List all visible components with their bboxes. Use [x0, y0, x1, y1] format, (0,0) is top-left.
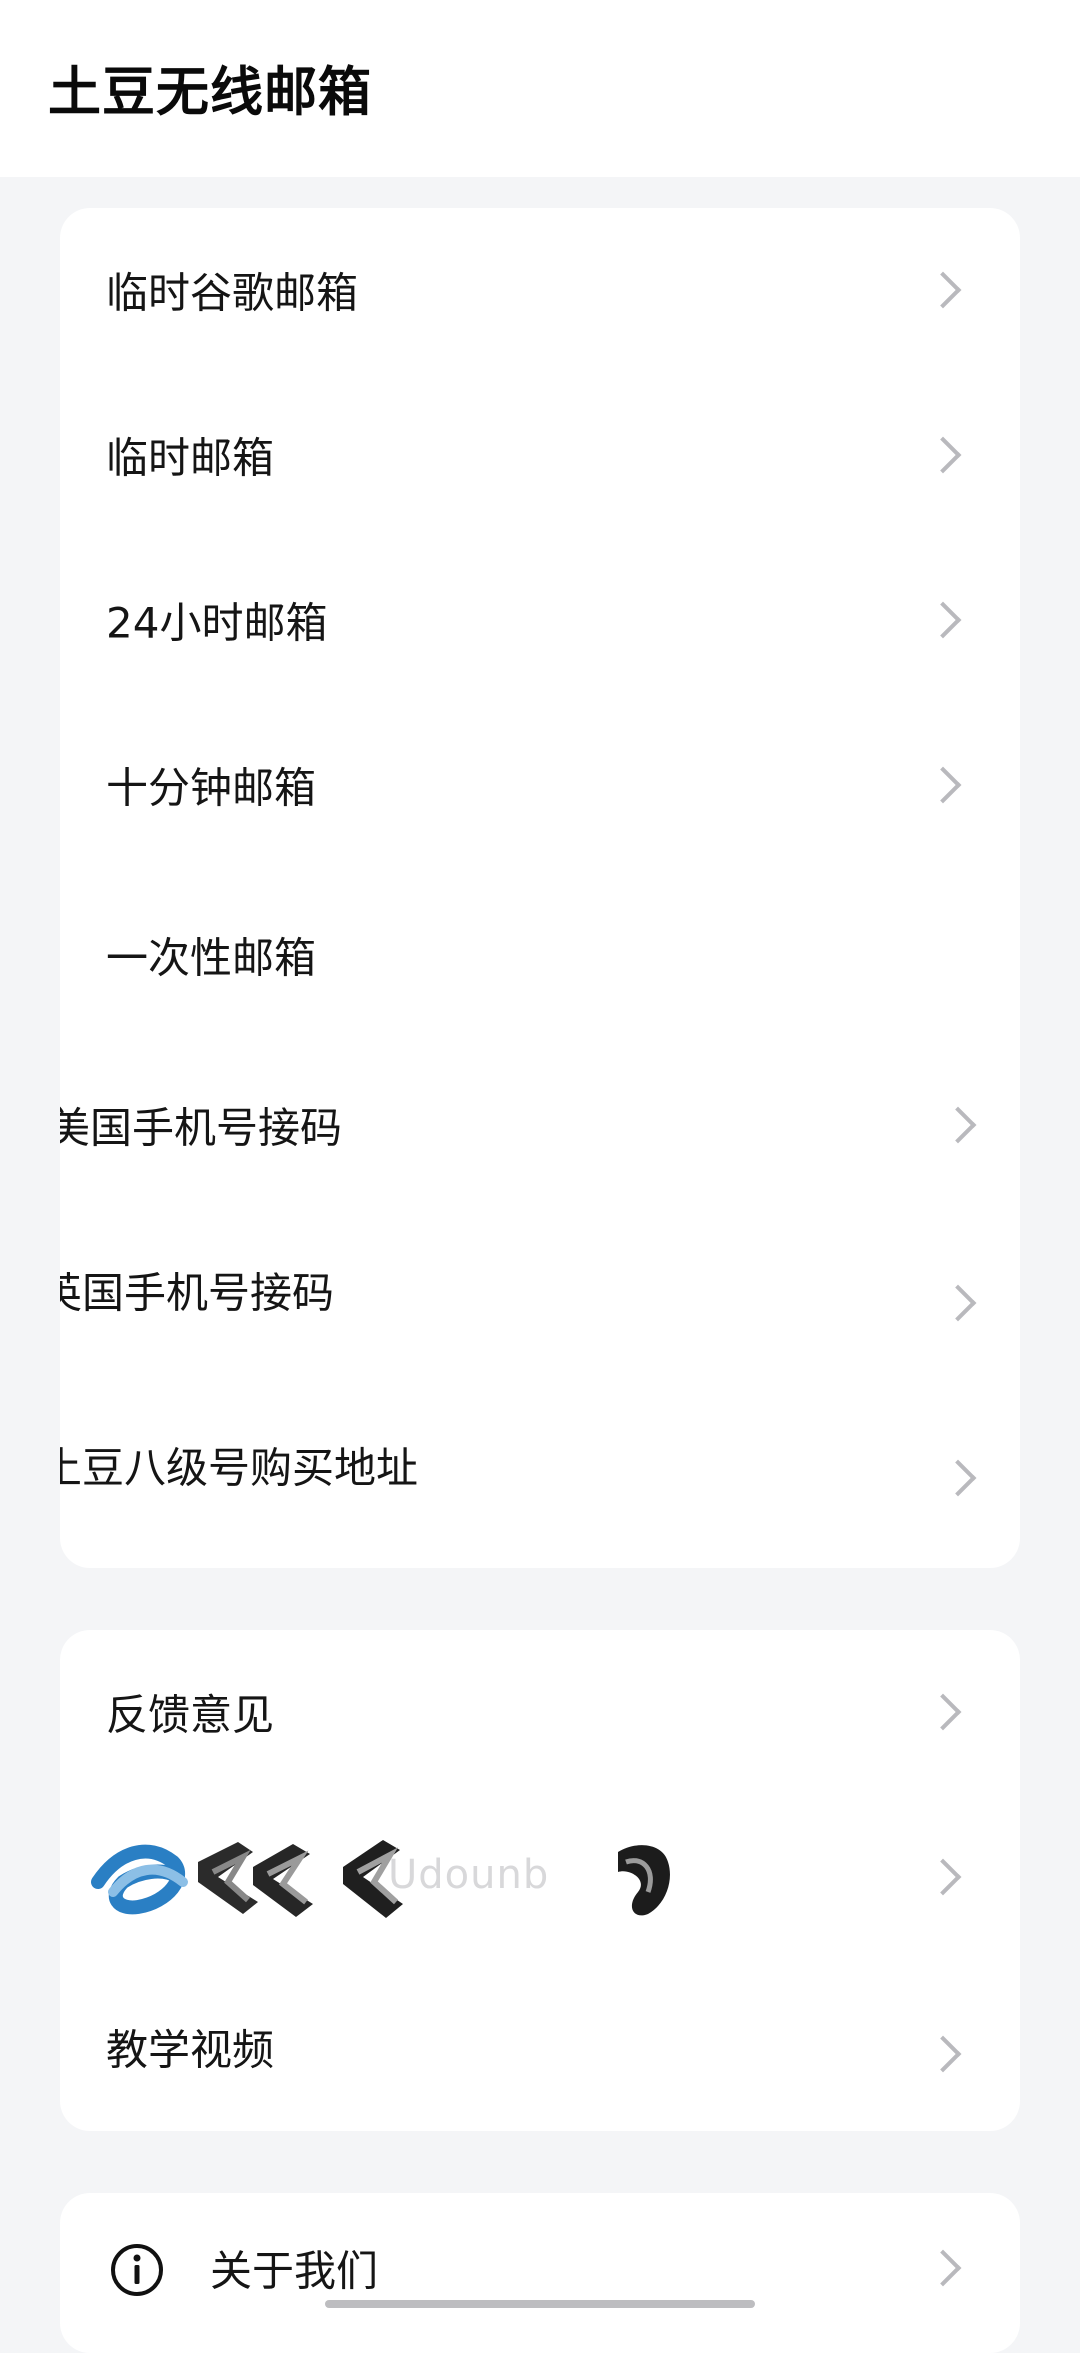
obscured-text: Udounb [388, 1852, 550, 1898]
menu-item-account-purchase[interactable]: 土豆八级号购买地址 [60, 1410, 1020, 1520]
menu-item-temp-mail[interactable]: 临时邮箱 [60, 400, 1020, 510]
menu-item-label: 十分钟邮箱 [106, 763, 317, 813]
menu-item-label: 土豆八级号购买地址 [60, 1443, 419, 1493]
chevron-right-icon [924, 1693, 962, 1731]
menu-group-about: 关于我们 [60, 2193, 1020, 2353]
menu-item-label: 教学视频 [106, 2025, 275, 2075]
menu-item-label: 一次性邮箱 [106, 933, 317, 983]
redaction-scribble: Udounb [78, 1822, 698, 1932]
chevron-right-icon [924, 2035, 962, 2072]
chevron-right-icon [924, 2249, 962, 2287]
chevron-right-icon [939, 1284, 977, 1322]
chevron-right-icon [939, 1106, 977, 1144]
menu-item-obscured[interactable]: Udounb [60, 1822, 1020, 1932]
menu-item-us-phone-sms[interactable]: 美国手机号接码 [60, 1070, 1020, 1180]
menu-item-label: 24小时邮箱 [106, 598, 328, 648]
app-header: 土豆无线邮箱 [0, 0, 1080, 177]
menu-item-tutorial-video[interactable]: 教学视频 [60, 1992, 1020, 2102]
menu-item-label: 临时邮箱 [106, 433, 275, 483]
page-title: 土豆无线邮箱 [48, 62, 372, 123]
menu-item-feedback[interactable]: 反馈意见 [60, 1657, 1020, 1767]
menu-item-label: 关于我们 [210, 2246, 379, 2296]
chevron-right-icon [924, 601, 962, 639]
menu-group-main: 临时谷歌邮箱 临时邮箱 24小时邮箱 十分钟邮箱 一次性邮箱 美国手机号接码 英… [60, 208, 1020, 1568]
chevron-right-icon [924, 436, 962, 474]
menu-item-24h-mail[interactable]: 24小时邮箱 [60, 565, 1020, 675]
menu-item-temp-google-mail[interactable]: 临时谷歌邮箱 [60, 235, 1020, 345]
menu-item-uk-phone-sms[interactable]: 英国手机号接码 [60, 1235, 1020, 1345]
menu-item-label: 临时谷歌邮箱 [106, 268, 359, 318]
menu-item-label: 反馈意见 [106, 1690, 275, 1740]
home-indicator[interactable] [325, 2300, 755, 2308]
menu-item-label: 英国手机号接码 [60, 1268, 335, 1318]
chevron-right-icon [924, 1858, 962, 1896]
menu-item-disposable-mail[interactable]: 一次性邮箱 [60, 900, 1020, 1010]
chevron-right-icon [939, 1459, 977, 1497]
menu-item-10min-mail[interactable]: 十分钟邮箱 [60, 730, 1020, 840]
chevron-right-icon [924, 271, 962, 309]
chevron-right-icon [924, 766, 962, 804]
menu-item-label: 美国手机号接码 [60, 1103, 343, 1153]
menu-group-support: 反馈意见 Udounb 教学视频 [60, 1630, 1020, 2131]
